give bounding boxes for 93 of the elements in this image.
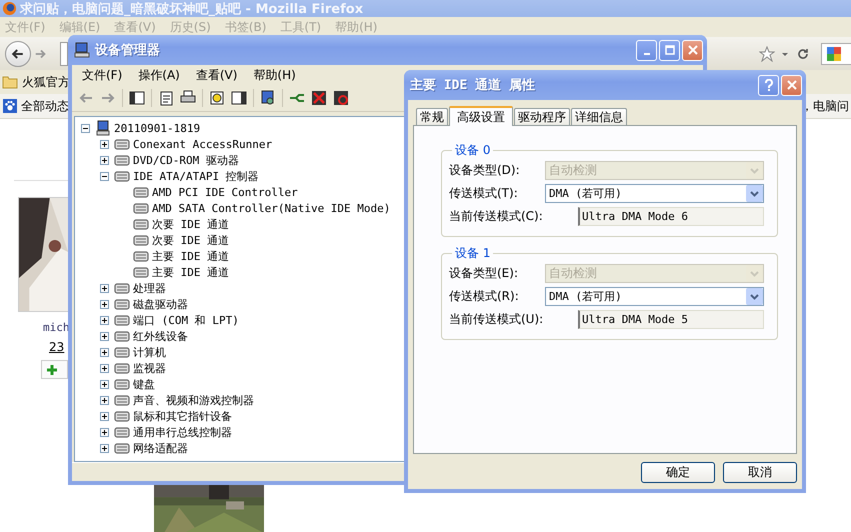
window-title: 求问贴，电脑问题_暗黑破坏神吧_贴吧 - Mozilla Firefox	[20, 0, 364, 18]
menu-item[interactable]: 帮助(H)	[253, 66, 296, 84]
follower-count[interactable]: 23	[49, 340, 64, 354]
help-button[interactable]	[758, 74, 779, 96]
tree-item[interactable]: AMD SATA Controller(Native IDE Mode)	[152, 202, 390, 214]
expander-icon[interactable]	[100, 172, 109, 180]
scan-icon[interactable]	[260, 90, 276, 106]
expander-icon[interactable]	[100, 444, 109, 452]
expander-icon[interactable]	[100, 284, 109, 292]
tree-item[interactable]: 监视器	[133, 360, 166, 376]
tab[interactable]: 常规	[416, 108, 448, 125]
address-field[interactable]	[60, 42, 68, 66]
expander-icon[interactable]	[100, 140, 109, 148]
tree-item[interactable]: 声音、视频和游戏控制器	[133, 392, 254, 408]
minimize-icon	[644, 52, 650, 54]
page-text: ，电脑问	[801, 98, 850, 114]
expander-icon[interactable]	[100, 300, 109, 308]
tree-item[interactable]: 次要 IDE 通道	[152, 232, 230, 248]
search-engine-button[interactable]	[821, 42, 851, 64]
computer-icon	[95, 120, 111, 136]
tree-item[interactable]: 磁盘驱动器	[133, 296, 188, 312]
tree-item[interactable]: 网络适配器	[133, 440, 188, 456]
star-icon[interactable]	[759, 46, 775, 62]
expander-icon[interactable]	[100, 380, 109, 388]
readonly-field: Ultra DMA Mode 5	[578, 310, 764, 329]
expander-icon[interactable]	[100, 396, 109, 404]
tree-item[interactable]: 主要 IDE 通道	[152, 248, 230, 264]
tab[interactable]: 详细信息	[571, 108, 627, 125]
grid-icon	[826, 46, 842, 62]
tree-item[interactable]: 20110901-1819	[114, 122, 200, 134]
panel-icon[interactable]	[129, 90, 145, 106]
dialog-title: 主要 IDE 通道 属性	[410, 76, 535, 94]
field-label: 设备类型(E):	[449, 265, 519, 282]
tree-item[interactable]: 鼠标和其它指针设备	[133, 408, 232, 424]
ok-button[interactable]: 确定	[641, 462, 715, 483]
plus-icon	[46, 364, 58, 376]
properties-icon[interactable]	[158, 90, 174, 106]
cancel-button[interactable]: 取消	[723, 462, 797, 483]
folder-icon	[2, 74, 18, 90]
tree-item[interactable]: 处理器	[133, 280, 166, 296]
tree-item[interactable]: 端口 (COM 和 LPT)	[133, 312, 239, 328]
tree-item[interactable]: 主要 IDE 通道	[152, 264, 230, 280]
tree-item[interactable]: 次要 IDE 通道	[152, 216, 230, 232]
field-label: 当前传送模式(U):	[449, 311, 544, 328]
expander-icon[interactable]	[100, 332, 109, 340]
expander-icon[interactable]	[100, 428, 109, 436]
caret-icon[interactable]	[746, 288, 763, 305]
computer-icon	[74, 42, 90, 58]
user-name[interactable]: mich	[43, 321, 70, 334]
expander-icon[interactable]	[100, 412, 109, 420]
expander-icon[interactable]	[100, 364, 109, 372]
feed-link[interactable]: 全部动态	[21, 98, 69, 114]
tab[interactable]: 高级设置	[449, 106, 513, 126]
close-icon	[688, 45, 698, 55]
caret-icon[interactable]	[746, 185, 763, 202]
maximize-button[interactable]	[659, 40, 680, 60]
field-label: 当前传送模式(C):	[449, 208, 544, 225]
window-title: 设备管理器	[95, 42, 160, 59]
dropdown[interactable]: DMA (若可用)	[545, 184, 764, 203]
follow-button[interactable]	[41, 360, 68, 379]
close-button[interactable]	[781, 74, 802, 96]
panel-icon[interactable]	[231, 90, 247, 106]
group-title: 设备 1	[454, 245, 492, 262]
tree-item[interactable]: 通用串行总线控制器	[133, 424, 232, 440]
close-button[interactable]	[682, 40, 703, 60]
tree-item[interactable]: DVD/CD-ROM 驱动器	[133, 152, 239, 168]
minimize-button[interactable]	[636, 40, 657, 60]
tree-item[interactable]: IDE ATA/ATAPI 控制器	[133, 168, 259, 184]
field-label: 传送模式(T):	[449, 185, 519, 202]
tree-item[interactable]: AMD PCI IDE Controller	[152, 186, 298, 198]
menu-item[interactable]: 查看(V)	[196, 66, 238, 84]
expander-icon[interactable]	[81, 124, 90, 132]
tab[interactable]: 驱动程序	[514, 108, 570, 125]
dropdown[interactable]: DMA (若可用)	[545, 287, 764, 306]
tree-item[interactable]: 键盘	[133, 376, 155, 392]
tree-item[interactable]: 计算机	[133, 344, 166, 360]
field-label: 传送模式(R):	[449, 288, 520, 305]
expander-icon[interactable]	[100, 316, 109, 324]
menu-item[interactable]: 操作(A)	[138, 66, 180, 84]
tree-item[interactable]: 红外线设备	[133, 328, 188, 344]
remove-icon[interactable]	[311, 90, 327, 106]
field-label: 设备类型(D):	[449, 162, 521, 179]
maximize-icon	[664, 45, 674, 55]
back-button[interactable]	[5, 40, 31, 66]
group-title: 设备 0	[454, 142, 492, 159]
readonly-field: Ultra DMA Mode 6	[578, 207, 764, 226]
menu-item[interactable]: 文件(F)	[82, 66, 122, 84]
close-icon	[786, 80, 796, 90]
expander-icon[interactable]	[100, 156, 109, 164]
tree-item[interactable]: Conexant AccessRunner	[133, 138, 272, 150]
firefox-icon	[2, 1, 17, 16]
paw-icon	[3, 99, 17, 113]
expander-icon[interactable]	[100, 348, 109, 356]
